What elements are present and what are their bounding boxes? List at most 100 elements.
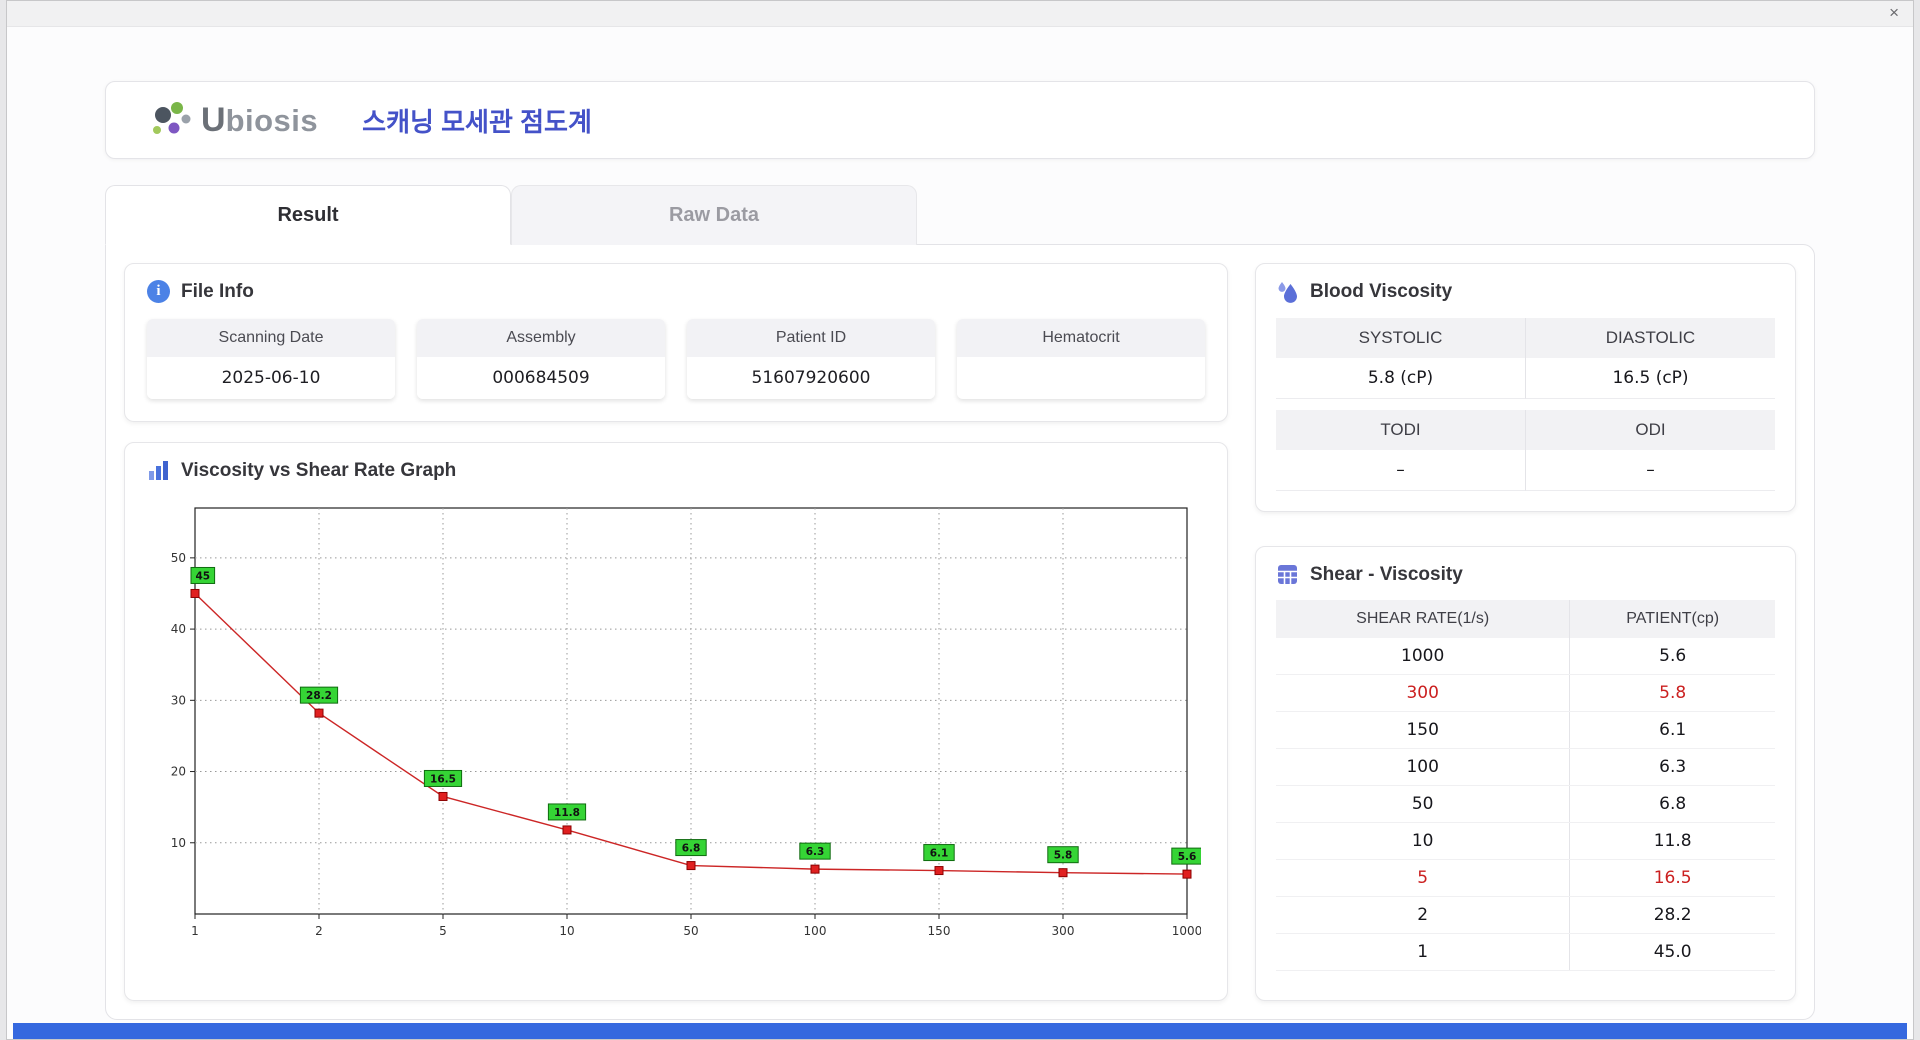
ubiosis-logo: Ubiosis [148,100,318,140]
shear-rate-cell: 1000 [1276,638,1570,675]
file-info-title: File Info [181,281,254,303]
shear-rate-cell: 150 [1276,712,1570,749]
shear-table-row: 1506.1 [1276,712,1775,749]
svg-text:6.3: 6.3 [806,846,825,858]
shear-rate-cell: 2 [1276,897,1570,934]
diastolic-header: DIASTOLIC [1525,318,1775,358]
patient-viscosity-cell: 6.3 [1570,749,1775,786]
svg-text:45: 45 [195,570,210,582]
result-panel: i File Info Scanning Date2025-06-10 Assem… [105,244,1815,1020]
systolic-value: 5.8 (cP) [1276,358,1525,399]
svg-text:2: 2 [315,924,323,938]
patient-viscosity-cell: 5.6 [1570,638,1775,675]
shear-table-row: 1011.8 [1276,823,1775,860]
svg-text:150: 150 [928,924,951,938]
svg-text:5.8: 5.8 [1054,850,1073,862]
svg-text:20: 20 [171,765,186,779]
bv-header-row: SYSTOLIC DIASTOLIC [1276,318,1775,358]
shear-rate-cell: 10 [1276,823,1570,860]
info-icon: i [147,280,170,303]
left-column: i File Info Scanning Date2025-06-10 Assem… [124,263,1228,1001]
bv-value-row: 5.8 (cP) 16.5 (cP) [1276,358,1775,399]
graph-header: Viscosity vs Shear Rate Graph [147,459,1205,482]
svg-text:50: 50 [683,924,698,938]
patient-viscosity-cell: 16.5 [1570,860,1775,897]
shear-table-row: 1006.3 [1276,749,1775,786]
file-info-card: i File Info Scanning Date2025-06-10 Assem… [124,263,1228,422]
shear-table-row: 3005.8 [1276,675,1775,712]
patient-viscosity-cell: 11.8 [1570,823,1775,860]
viscosity-chart: 1020304050125105010015030010004528.216.5… [147,494,1201,980]
svg-text:11.8: 11.8 [554,807,580,819]
graph-title: Viscosity vs Shear Rate Graph [181,460,456,482]
patient-viscosity-cell: 6.1 [1570,712,1775,749]
shear-viscosity-card: Shear - Viscosity SHEAR RATE(1/s) PATIEN… [1255,546,1796,1001]
field-value: 2025-06-10 [147,357,395,399]
file-info-field-hematocrit: Hematocrit [957,319,1205,399]
todi-header: TODI [1276,410,1525,450]
field-label: Patient ID [687,319,935,357]
tab-result[interactable]: Result [105,185,511,245]
file-info-field-patient-id: Patient ID51607920600 [687,319,935,399]
svg-text:100: 100 [804,924,827,938]
shear-rate-cell: 100 [1276,749,1570,786]
blood-viscosity-header: Blood Viscosity [1276,280,1775,304]
shear-table-row: 506.8 [1276,786,1775,823]
patient-viscosity-cell: 28.2 [1570,897,1775,934]
svg-text:10: 10 [559,924,574,938]
logo-dots-icon [148,100,194,140]
systolic-header: SYSTOLIC [1276,318,1525,358]
field-label: Assembly [417,319,665,357]
app-header: Ubiosis 스캐닝 모세관 점도계 [105,81,1815,159]
patient-viscosity-cell: 45.0 [1570,934,1775,971]
shear-rate-column-header: SHEAR RATE(1/s) [1276,600,1570,638]
svg-text:40: 40 [171,622,186,636]
graph-card: Viscosity vs Shear Rate Graph 10 20 30 40 50… [124,442,1228,1001]
shear-table-row: 228.2 [1276,897,1775,934]
bar-chart-icon [147,459,170,482]
window-titlebar: × [7,1,1913,27]
logo-text: Ubiosis [201,101,318,140]
patient-viscosity-cell: 6.8 [1570,786,1775,823]
field-label: Scanning Date [147,319,395,357]
svg-text:30: 30 [171,693,186,707]
blood-viscosity-table: SYSTOLIC DIASTOLIC 5.8 (cP) 16.5 (cP) TO… [1276,318,1775,491]
svg-text:6.8: 6.8 [682,843,701,855]
table-grid-icon [1276,563,1299,586]
svg-text:5: 5 [439,924,447,938]
tab-raw-data[interactable]: Raw Data [511,185,917,245]
app-content: Ubiosis 스캐닝 모세관 점도계 Result Raw Data i Fi… [7,27,1913,1020]
shear-rate-cell: 50 [1276,786,1570,823]
shear-viscosity-title: Shear - Viscosity [1310,564,1463,586]
svg-text:10: 10 [171,836,186,850]
shear-rate-cell: 300 [1276,675,1570,712]
field-value: 51607920600 [687,357,935,399]
svg-text:50: 50 [171,551,186,565]
shear-rate-cell: 1 [1276,934,1570,971]
shear-table-row: 145.0 [1276,934,1775,971]
blood-viscosity-card: Blood Viscosity SYSTOLIC DIASTOLIC 5.8 (… [1255,263,1796,512]
window-close-button[interactable]: × [1889,3,1899,23]
window-bottom-bar [13,1023,1907,1039]
shear-viscosity-table: SHEAR RATE(1/s) PATIENT(cp) 10005.63005.… [1276,600,1775,971]
svg-text:16.5: 16.5 [430,773,456,785]
blood-viscosity-title: Blood Viscosity [1310,281,1452,303]
todi-value: – [1276,450,1525,491]
svg-text:1: 1 [191,924,199,938]
app-window: × Ubiosis 스캐닝 모세관 점도계 Result Raw Data [6,0,1914,1040]
shear-table-header-row: SHEAR RATE(1/s) PATIENT(cp) [1276,600,1775,638]
file-info-fields: Scanning Date2025-06-10Assembly000684509… [147,319,1205,399]
tab-bar: Result Raw Data [105,185,1815,245]
bv-header-row-2: TODI ODI [1276,410,1775,450]
patient-viscosity-cell: 5.8 [1570,675,1775,712]
shear-table-row: 10005.6 [1276,638,1775,675]
patient-column-header: PATIENT(cp) [1570,600,1775,638]
bv-value-row-2: – – [1276,450,1775,491]
bv-spacer [1276,399,1775,410]
droplet-icon [1276,280,1299,304]
diastolic-value: 16.5 (cP) [1525,358,1775,399]
shear-table-row: 516.5 [1276,860,1775,897]
svg-text:28.2: 28.2 [306,690,332,702]
svg-text:1000: 1000 [1172,924,1201,938]
svg-text:5.6: 5.6 [1178,851,1197,863]
